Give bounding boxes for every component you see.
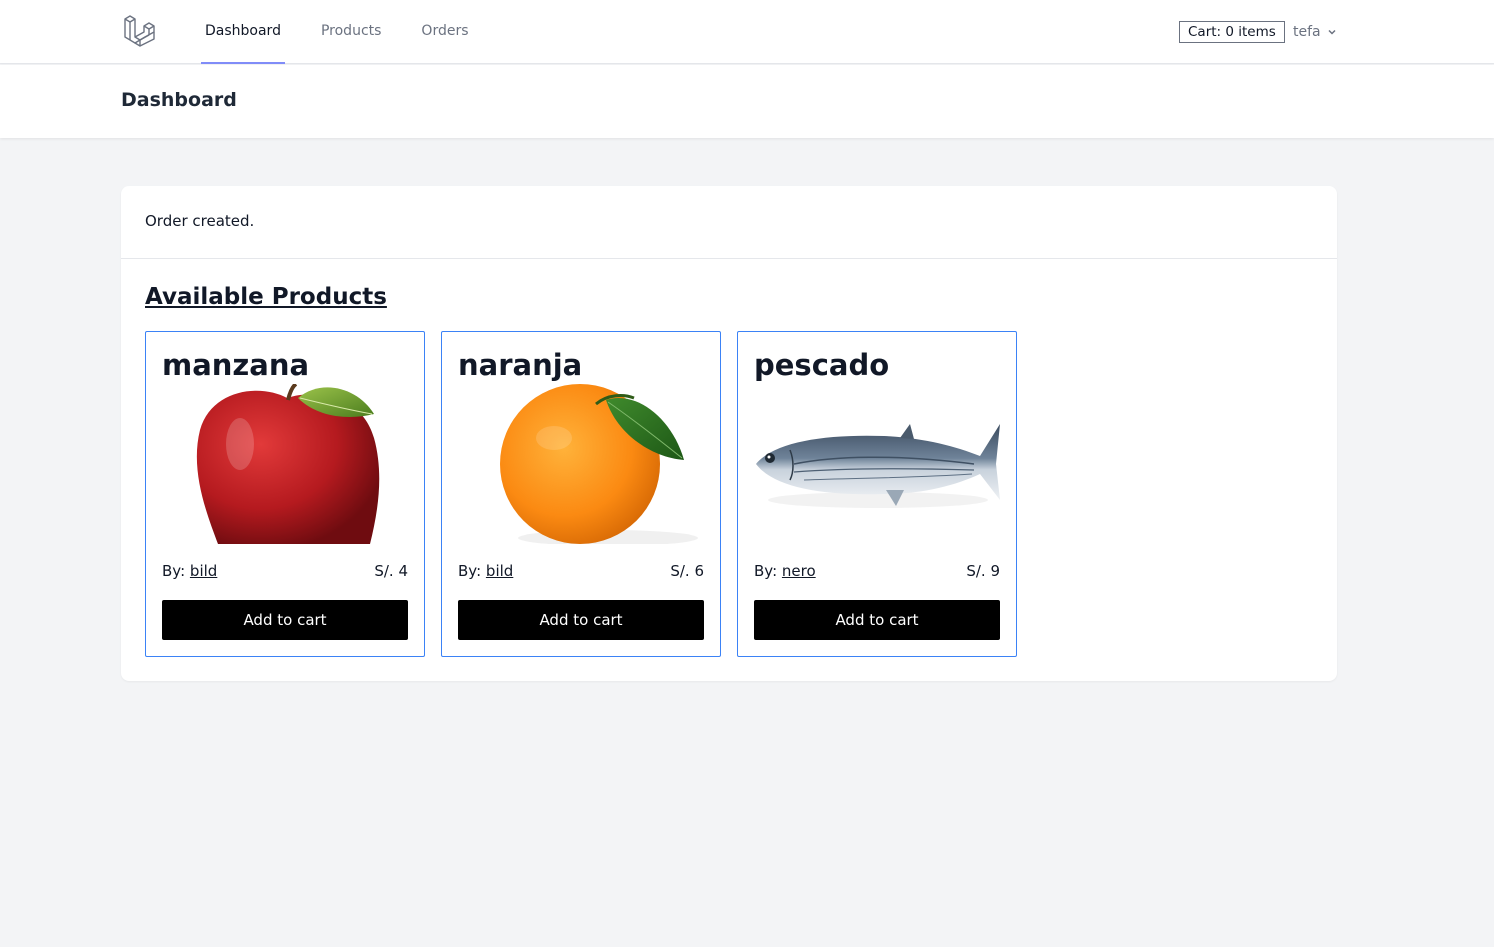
product-byline: By: bild bbox=[162, 562, 217, 580]
product-byline: By: bild bbox=[458, 562, 513, 580]
product-card: naranja By: bild S/. 6 Add to cart bbox=[441, 331, 721, 657]
product-price: S/. 4 bbox=[374, 562, 408, 580]
cart-button[interactable]: Cart: 0 items bbox=[1179, 21, 1285, 43]
nav-link-dashboard[interactable]: Dashboard bbox=[201, 0, 285, 64]
add-to-cart-button[interactable]: Add to cart bbox=[458, 600, 704, 640]
product-image-fish bbox=[754, 384, 1000, 544]
add-to-cart-button[interactable]: Add to cart bbox=[754, 600, 1000, 640]
product-card: manzana By: bild S/. 4 Add to cart bbox=[145, 331, 425, 657]
fish-image bbox=[756, 424, 1000, 508]
apple-image bbox=[196, 384, 380, 544]
nav-links: Dashboard Products Orders bbox=[201, 0, 505, 64]
status-message: Order created. bbox=[145, 212, 255, 230]
main-card: Order created. Available Products manzan… bbox=[121, 186, 1337, 681]
laravel-logo-icon[interactable] bbox=[124, 13, 160, 51]
chevron-down-icon bbox=[1328, 29, 1336, 35]
by-label: By: bbox=[754, 562, 778, 580]
page-title: Dashboard bbox=[121, 89, 237, 111]
nav-link-orders[interactable]: Orders bbox=[417, 0, 472, 64]
product-image-orange bbox=[458, 384, 704, 544]
top-navigation: Dashboard Products Orders Cart: 0 items … bbox=[0, 0, 1494, 64]
user-menu-dropdown[interactable]: tefa bbox=[1293, 22, 1337, 42]
orange-image bbox=[500, 384, 698, 544]
add-to-cart-button[interactable]: Add to cart bbox=[162, 600, 408, 640]
seller-link[interactable]: bild bbox=[190, 562, 217, 580]
product-name: naranja bbox=[458, 348, 583, 382]
seller-link[interactable]: nero bbox=[782, 562, 816, 580]
product-byline: By: nero bbox=[754, 562, 816, 580]
product-name: manzana bbox=[162, 348, 310, 382]
nav-link-products[interactable]: Products bbox=[317, 0, 385, 64]
status-bar: Order created. bbox=[121, 186, 1337, 259]
section-title: Available Products bbox=[145, 284, 387, 310]
page-header: Dashboard bbox=[0, 65, 1494, 138]
product-card: pescado By: nero S/. 9 Add to cart bbox=[737, 331, 1017, 657]
product-image-apple bbox=[162, 384, 408, 544]
user-name: tefa bbox=[1293, 24, 1321, 40]
by-label: By: bbox=[162, 562, 186, 580]
by-label: By: bbox=[458, 562, 482, 580]
product-name: pescado bbox=[754, 348, 890, 382]
seller-link[interactable]: bild bbox=[486, 562, 513, 580]
product-price: S/. 9 bbox=[966, 562, 1000, 580]
product-price: S/. 6 bbox=[670, 562, 704, 580]
